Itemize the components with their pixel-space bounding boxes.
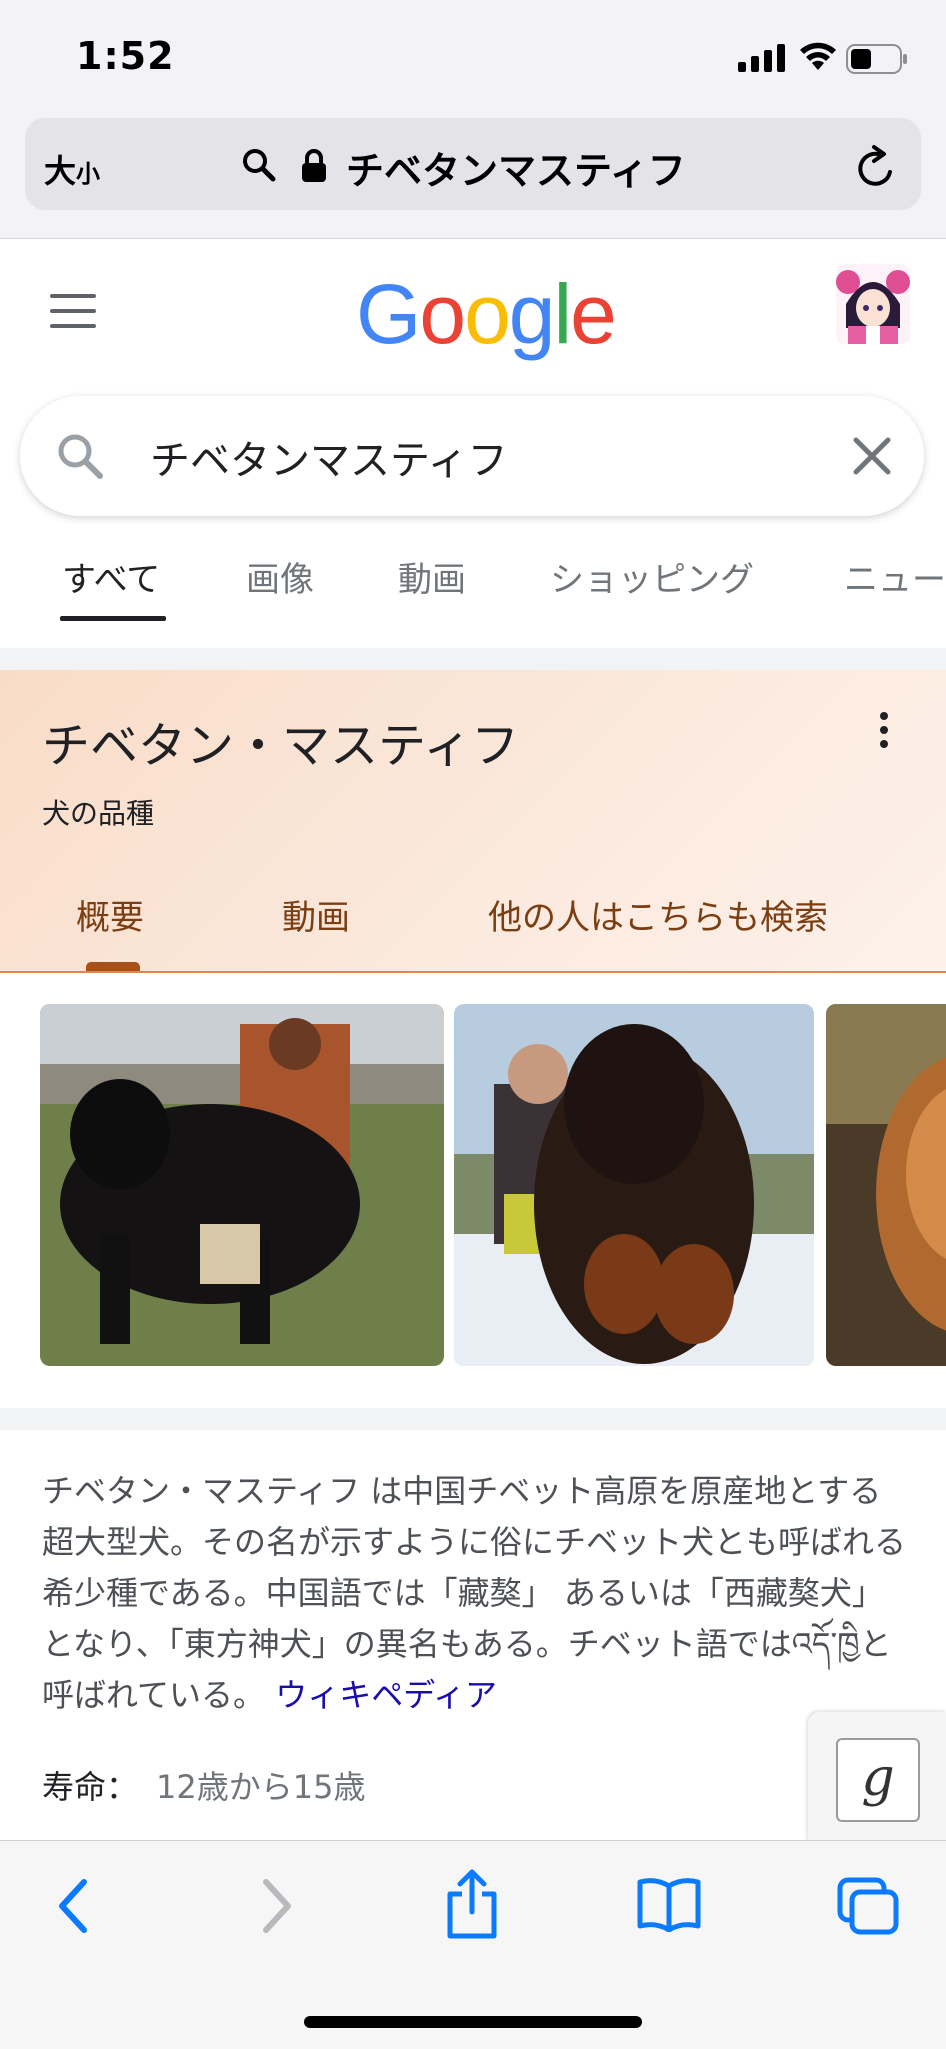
tab-news[interactable]: ニュー [844,552,946,601]
bookmarks-icon[interactable] [636,1876,702,1932]
dog-photo-3[interactable] [826,1004,946,1366]
search-input[interactable]: チベタンマスティフ [150,428,508,486]
active-tab-indicator [60,616,166,621]
logo-letter: G [356,267,421,361]
logo-letter: e [570,267,617,361]
address-text[interactable]: チベタンマスティフ [346,140,686,195]
logo-letter: o [464,267,511,361]
lock-icon [302,149,326,182]
tab-shopping[interactable]: ショッピング [550,552,754,601]
panel-tab-related[interactable]: 他の人はこちらも検索 [488,890,828,939]
logo-letter: l [553,267,573,361]
wikipedia-link[interactable]: ウィキペディア [275,1676,497,1714]
back-icon[interactable] [50,1876,96,1936]
panel-title: チベタン・マスティフ [42,718,520,774]
logo-letter: o [419,267,466,361]
share-icon[interactable] [444,1868,500,1940]
hamburger-menu-icon[interactable] [50,294,96,328]
search-icon [58,434,103,479]
dog-photo-1[interactable] [40,1004,444,1366]
forward-icon[interactable] [254,1876,300,1936]
wifi-icon [800,42,836,70]
close-icon[interactable] [852,436,892,476]
more-options-icon[interactable] [880,712,890,754]
logo-letter: g [508,267,556,361]
panel-subtitle: 犬の品種 [42,797,155,830]
tab-videos[interactable]: 動画 [398,552,466,601]
cellular-signal-icon [738,44,785,72]
text-size-button[interactable]: 大小 [44,146,100,192]
g-button[interactable]: g [836,1738,920,1822]
panel-divider [0,971,946,973]
divider [0,1408,946,1430]
tab-images[interactable]: 画像 [246,552,314,601]
text-size-small-label: 小 [76,160,101,188]
text-size-big-label: 大 [44,152,77,190]
tabs-icon[interactable] [836,1876,900,1936]
avatar[interactable] [836,264,910,344]
google-logo[interactable]: Google [356,266,617,363]
search-icon [243,149,276,182]
panel-description: チベタン・マスティフ は中国チベット高原を原産地とする超大型犬。その名が示すよう… [42,1466,912,1721]
reload-icon[interactable] [854,144,898,190]
battery-icon [846,44,907,74]
divider [0,648,946,670]
home-indicator [304,2016,642,2028]
panel-tab-videos[interactable]: 動画 [282,890,350,939]
panel-tab-overview[interactable]: 概要 [76,890,144,939]
dog-photo-2[interactable] [454,1004,814,1366]
status-time: 1:52 [76,34,175,78]
tab-all[interactable]: すべて [62,552,160,601]
lifespan-label: 寿命： [42,1768,139,1806]
lifespan-value: 12歳から15歳 [156,1768,366,1806]
